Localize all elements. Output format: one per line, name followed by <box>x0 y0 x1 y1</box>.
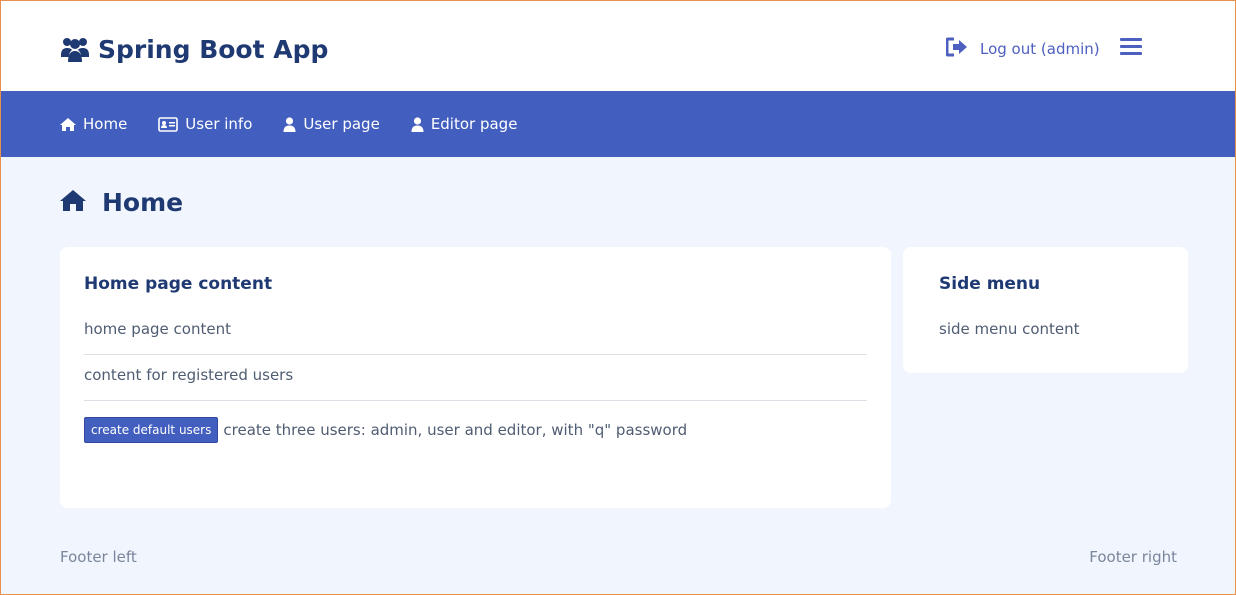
create-default-users-button[interactable]: create default users <box>84 417 219 443</box>
nav-item-label: User info <box>185 115 253 133</box>
create-users-description: create three users: admin, user and edit… <box>223 421 688 439</box>
nav-item-user-info[interactable]: User info <box>158 115 252 133</box>
nav-item-label: User page <box>303 115 380 133</box>
main-nav: Home User info User page Editor page <box>1 91 1235 157</box>
side-menu-card: Side menu side menu content <box>903 247 1188 373</box>
home-icon <box>60 188 86 217</box>
nav-item-home[interactable]: Home <box>60 115 127 133</box>
user-icon <box>283 116 296 132</box>
nav-item-label: Home <box>83 115 128 133</box>
footer-left: Footer left <box>60 548 137 566</box>
page-title-text: Home <box>102 187 184 217</box>
footer-right: Footer right <box>1089 548 1177 566</box>
top-header: Spring Boot App Log out (admin) <box>1 1 1235 91</box>
content-row: home page content <box>84 319 867 355</box>
sign-out-icon <box>945 37 968 61</box>
menu-toggle-icon[interactable] <box>1120 38 1142 56</box>
content-row: content for registered users <box>84 355 867 401</box>
main-content-card: Home page content home page content cont… <box>60 247 891 508</box>
page-title: Home <box>60 184 183 220</box>
side-menu-title: Side menu <box>939 274 1041 294</box>
create-users-row: create default users create three users:… <box>84 401 867 458</box>
nav-item-user-page[interactable]: User page <box>283 115 380 133</box>
users-icon <box>60 35 90 63</box>
brand[interactable]: Spring Boot App <box>60 31 328 67</box>
card-title: Home page content <box>84 274 273 294</box>
home-icon <box>60 117 76 131</box>
side-menu-content: side menu content <box>939 320 1080 338</box>
brand-title: Spring Boot App <box>98 34 329 64</box>
logout-label: Log out (admin) <box>980 40 1100 58</box>
id-card-icon <box>158 116 179 132</box>
nav-item-label: Editor page <box>430 115 518 133</box>
logout-link[interactable]: Log out (admin) <box>945 35 1100 63</box>
nav-item-editor-page[interactable]: Editor page <box>411 115 518 133</box>
user-icon <box>411 116 424 132</box>
